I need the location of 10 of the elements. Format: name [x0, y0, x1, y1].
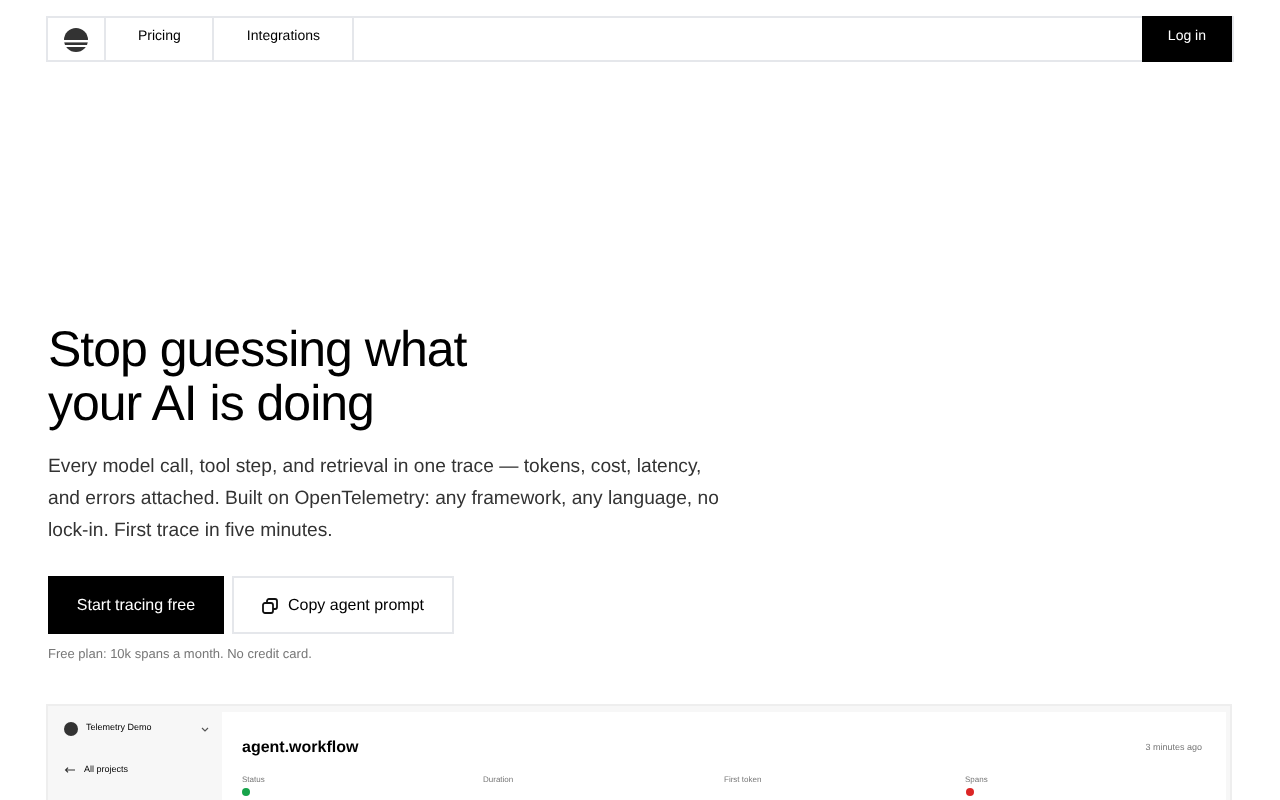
arrow-left-icon[interactable]: [64, 766, 76, 775]
project-icon: [64, 722, 78, 736]
chevron-down-icon[interactable]: [200, 725, 210, 733]
hero-description: Every model call, tool step, and retrieval in one trace — tokens, cost, latency, and errors attached. Built on OpenTelemetry: any framework, any language, no lock-in. First trace in five minutes.: [48, 454, 721, 546]
logo-icon[interactable]: [64, 27, 88, 51]
trace-title: agent.workflow: [242, 736, 359, 760]
copy-icon: [261, 597, 278, 613]
start-tracing-button[interactable]: Start tracing free: [48, 576, 224, 634]
copy-prompt-button[interactable]: Copy agent prompt: [232, 576, 454, 634]
hero-heading: Stop guessing what your AI is doing: [48, 324, 469, 432]
